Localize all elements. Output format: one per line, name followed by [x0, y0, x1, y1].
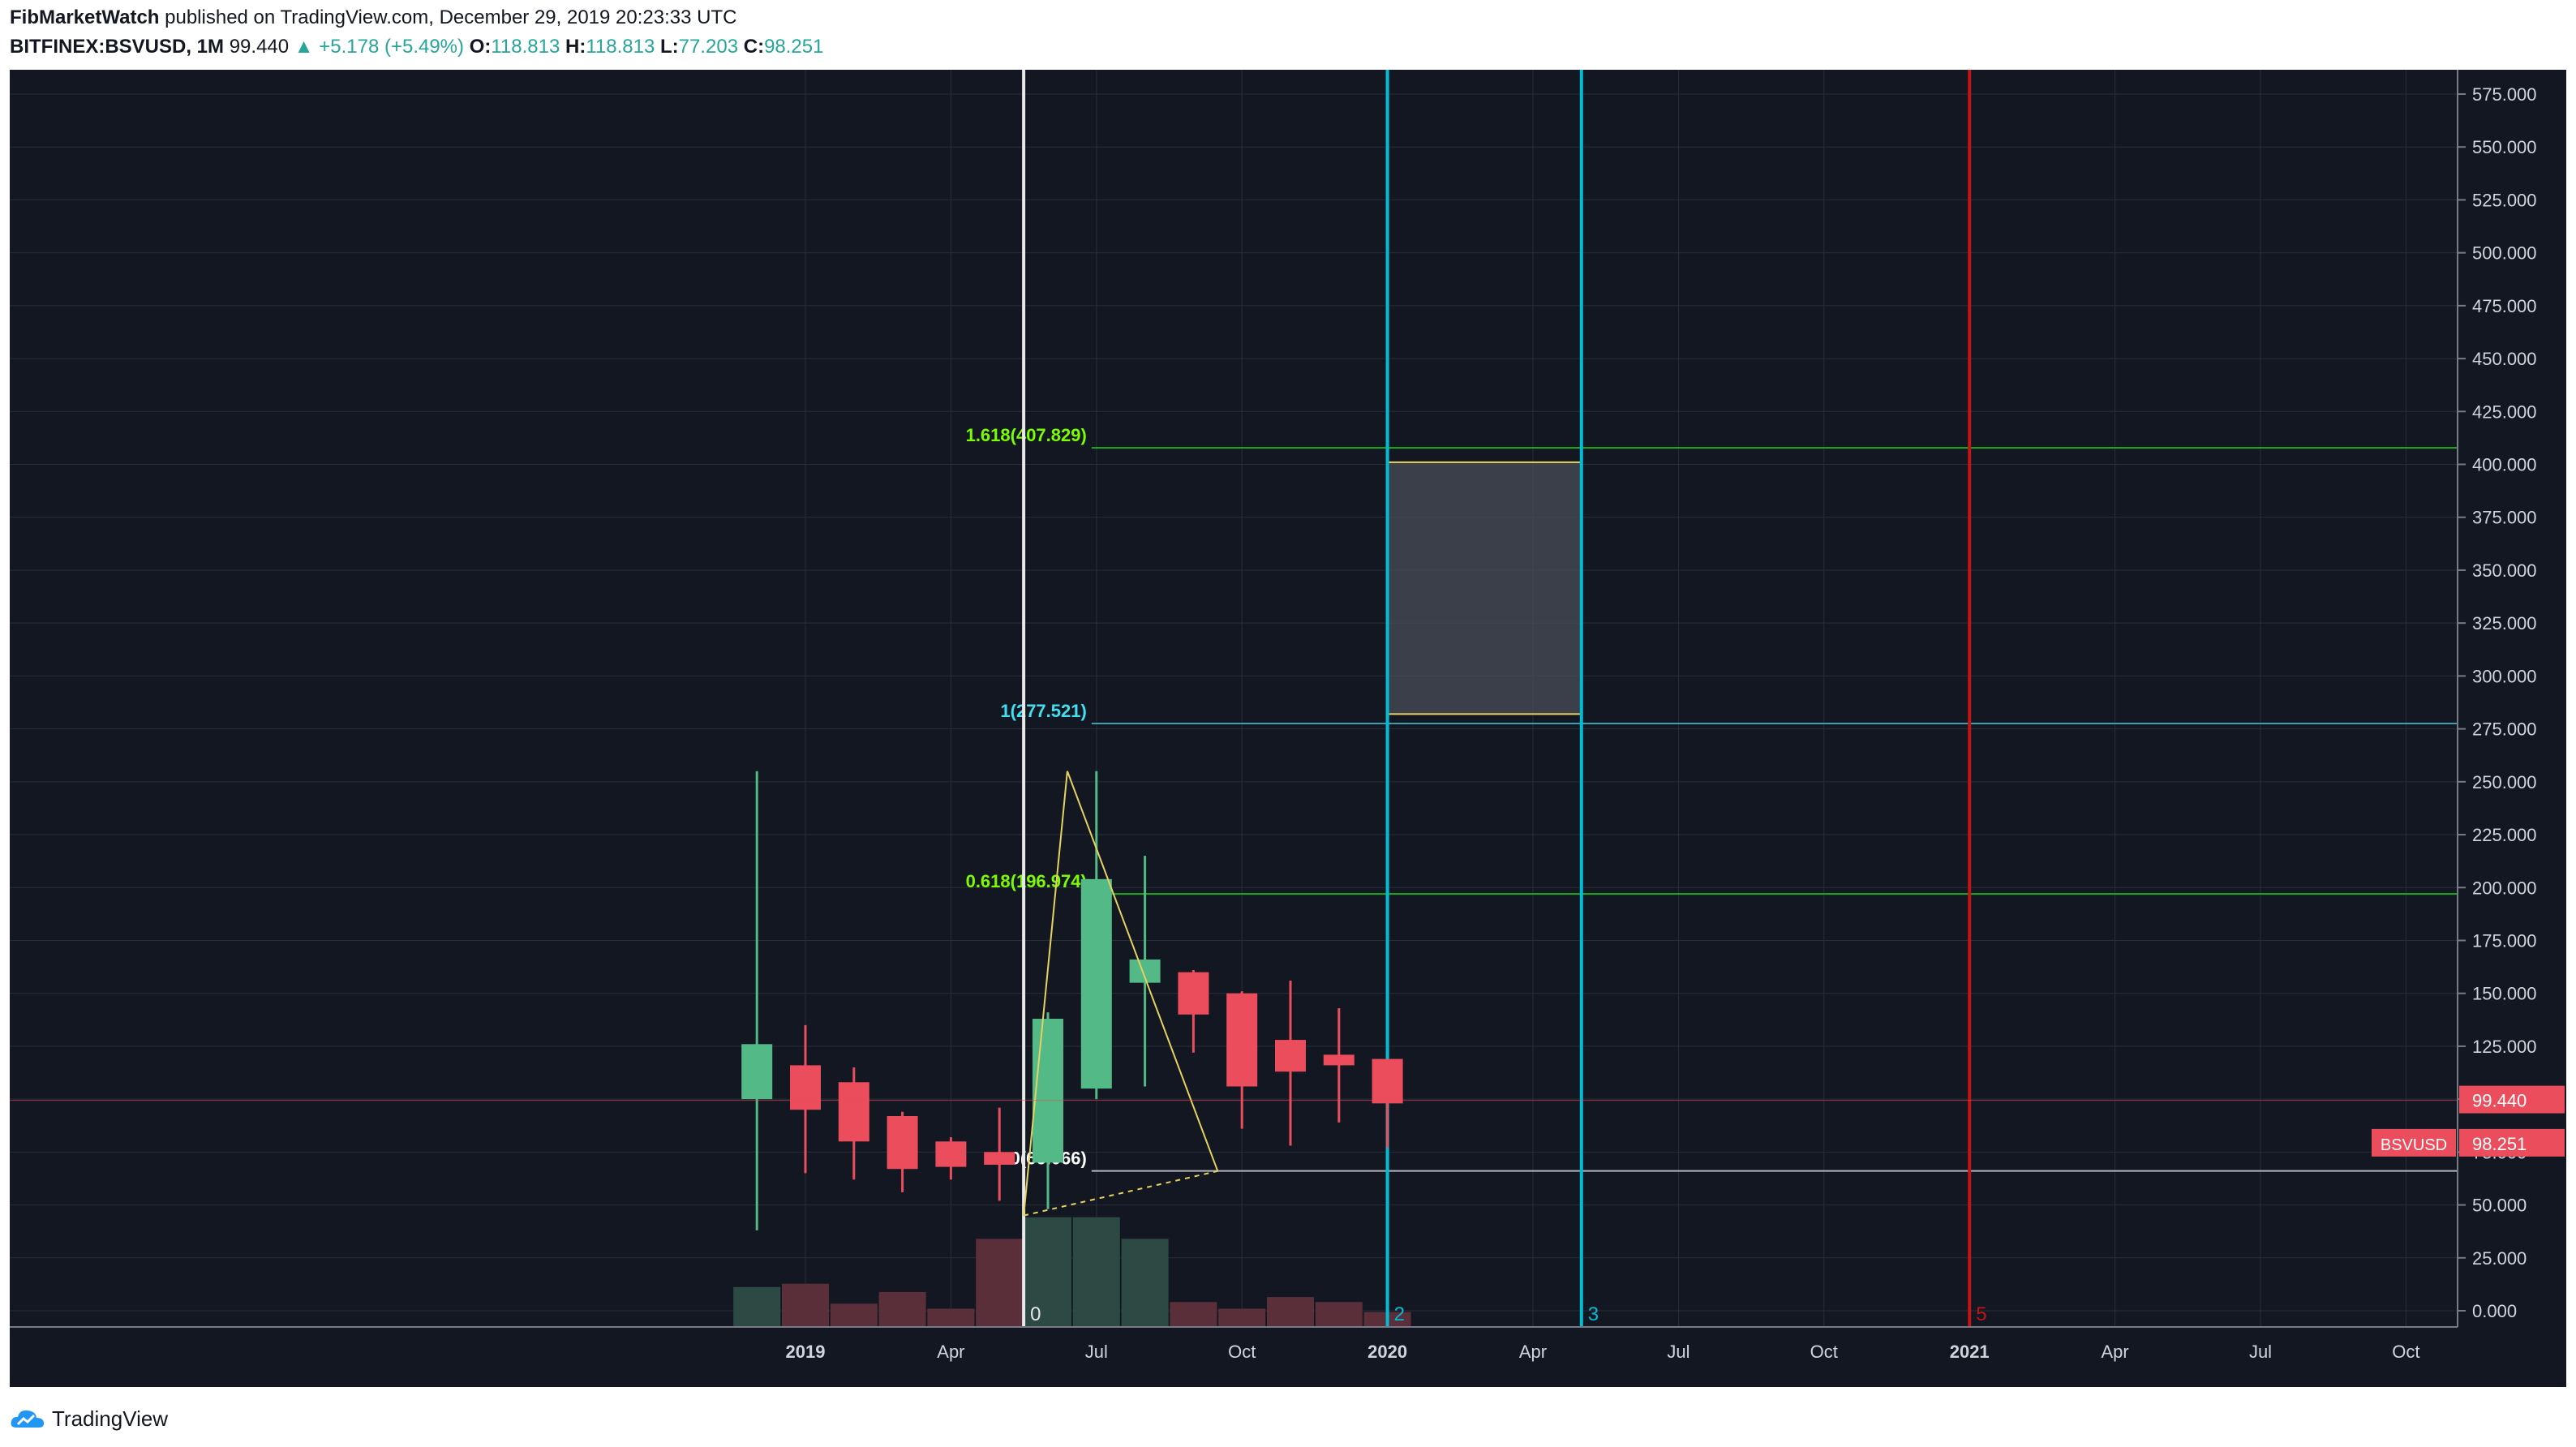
target-box[interactable]	[1386, 461, 1582, 715]
high-value: 118.813	[586, 36, 655, 58]
candle-body[interactable]	[1323, 1054, 1355, 1066]
x-tick-label: 2019	[786, 1342, 826, 1362]
fib-time-label: 3	[1588, 1303, 1599, 1325]
volume-bar	[1315, 1302, 1363, 1327]
candle-body[interactable]	[1275, 1040, 1306, 1072]
y-tick-label: 550.000	[2472, 137, 2537, 157]
fib-level-label: 1.618(407.829)	[966, 425, 1087, 445]
close-value: 98.251	[764, 36, 824, 58]
candle-body[interactable]	[741, 1044, 773, 1100]
chart-area[interactable]: 1.618(407.829)1(277.521)0.618(196.974)0(…	[10, 70, 2566, 1387]
y-tick-label: 25.000	[2472, 1248, 2527, 1269]
fib-time-label: 2	[1394, 1303, 1405, 1325]
y-tick-label: 225.000	[2472, 825, 2537, 845]
candle-body[interactable]	[1080, 878, 1112, 1089]
x-tick-label: Jul	[2249, 1342, 2272, 1362]
volume-bar	[830, 1303, 878, 1327]
y-tick-label: 525.000	[2472, 190, 2537, 210]
tradingview-cloud-icon[interactable]	[10, 1406, 45, 1431]
volume-bar	[733, 1286, 781, 1327]
candle-body[interactable]	[1226, 993, 1258, 1087]
y-tick-label: 200.000	[2472, 878, 2537, 898]
fib-time-label: 5	[1976, 1303, 1986, 1325]
y-tick-label: 325.000	[2472, 613, 2537, 633]
volume-bar	[976, 1239, 1024, 1327]
price-chart[interactable]: 1.618(407.829)1(277.521)0.618(196.974)0(…	[10, 70, 2566, 1387]
x-tick-label: Apr	[2101, 1342, 2128, 1362]
last-price: 99.440	[229, 36, 290, 58]
y-tick-label: 275.000	[2472, 719, 2537, 740]
candle-body[interactable]	[790, 1065, 821, 1110]
symbol-tag-label: BSVUSD	[2381, 1136, 2447, 1154]
y-tick-label: 125.000	[2472, 1037, 2537, 1057]
y-tick-label: 150.000	[2472, 984, 2537, 1004]
x-tick-label: 2021	[1950, 1342, 1990, 1362]
close-price-tag-label: 98.251	[2472, 1134, 2527, 1154]
time-axis[interactable]	[10, 1327, 2566, 1387]
volume-bar	[878, 1291, 926, 1327]
volume-bar	[1121, 1239, 1169, 1327]
open-value: 118.813	[491, 36, 560, 58]
volume-bar	[1072, 1217, 1120, 1327]
fib-level-label: 1(277.521)	[1000, 701, 1086, 721]
author-name[interactable]: FibMarketWatch	[10, 6, 159, 28]
y-tick-label: 250.000	[2472, 772, 2537, 792]
pattern-dash-line[interactable]	[1023, 1170, 1218, 1217]
candle-body[interactable]	[838, 1082, 869, 1142]
candle-body[interactable]	[887, 1116, 918, 1170]
y-tick-label: 450.000	[2472, 349, 2537, 369]
volume-bar	[1170, 1302, 1217, 1327]
x-tick-label: Apr	[1519, 1342, 1547, 1362]
close-label: C:	[743, 36, 765, 58]
candle-body[interactable]	[1372, 1058, 1403, 1104]
chart-header: FibMarketWatch published on TradingView.…	[10, 3, 2565, 68]
volume-bar	[1218, 1308, 1266, 1327]
x-tick-label: Oct	[2392, 1342, 2419, 1362]
x-tick-label: 2020	[1367, 1342, 1407, 1362]
y-tick-label: 350.000	[2472, 560, 2537, 581]
volume-bar	[1267, 1297, 1314, 1327]
y-tick-label: 575.000	[2472, 84, 2537, 105]
ohlc-line: BITFINEX:BSVUSD, 1M 99.440 ▲ +5.178 (+5.…	[10, 36, 823, 58]
x-tick-label: Oct	[1810, 1342, 1838, 1362]
x-tick-label: Oct	[1228, 1342, 1256, 1362]
tradingview-brand[interactable]: TradingView	[52, 1406, 168, 1432]
volume-bar	[782, 1283, 829, 1327]
candle-body[interactable]	[935, 1141, 967, 1167]
current-price-tag-label: 99.440	[2472, 1091, 2527, 1111]
open-label: O:	[469, 36, 492, 58]
y-tick-label: 500.000	[2472, 243, 2537, 264]
x-tick-label: Apr	[937, 1342, 964, 1362]
y-tick-label: 175.000	[2472, 930, 2537, 951]
symbol-label[interactable]: BITFINEX:BSVUSD, 1M	[10, 36, 224, 58]
high-label: H:	[565, 36, 586, 58]
y-tick-label: 425.000	[2472, 401, 2537, 422]
y-tick-label: 50.000	[2472, 1196, 2527, 1216]
up-arrow-icon: ▲	[294, 36, 314, 58]
candle-body[interactable]	[1178, 972, 1209, 1015]
price-change: +5.178 (+5.49%)	[319, 36, 465, 58]
y-tick-label: 300.000	[2472, 666, 2537, 686]
low-value: 77.203	[678, 36, 739, 58]
fib-level-label: 0.618(196.974)	[966, 871, 1087, 891]
footer: TradingView	[10, 1398, 168, 1439]
y-tick-label: 400.000	[2472, 455, 2537, 475]
publish-line: FibMarketWatch published on TradingView.…	[10, 6, 736, 29]
volume-bar	[927, 1308, 975, 1327]
y-tick-label: 0.000	[2472, 1301, 2517, 1321]
x-tick-label: Jul	[1667, 1342, 1689, 1362]
x-tick-label: Jul	[1085, 1342, 1108, 1362]
published-text: published on TradingView.com, December 2…	[165, 6, 737, 28]
candle-body[interactable]	[1033, 1019, 1063, 1163]
fib-time-label: 0	[1030, 1303, 1041, 1325]
y-tick-label: 475.000	[2472, 296, 2537, 316]
candle-body[interactable]	[984, 1152, 1015, 1165]
y-tick-label: 375.000	[2472, 508, 2537, 528]
low-label: L:	[660, 36, 679, 58]
